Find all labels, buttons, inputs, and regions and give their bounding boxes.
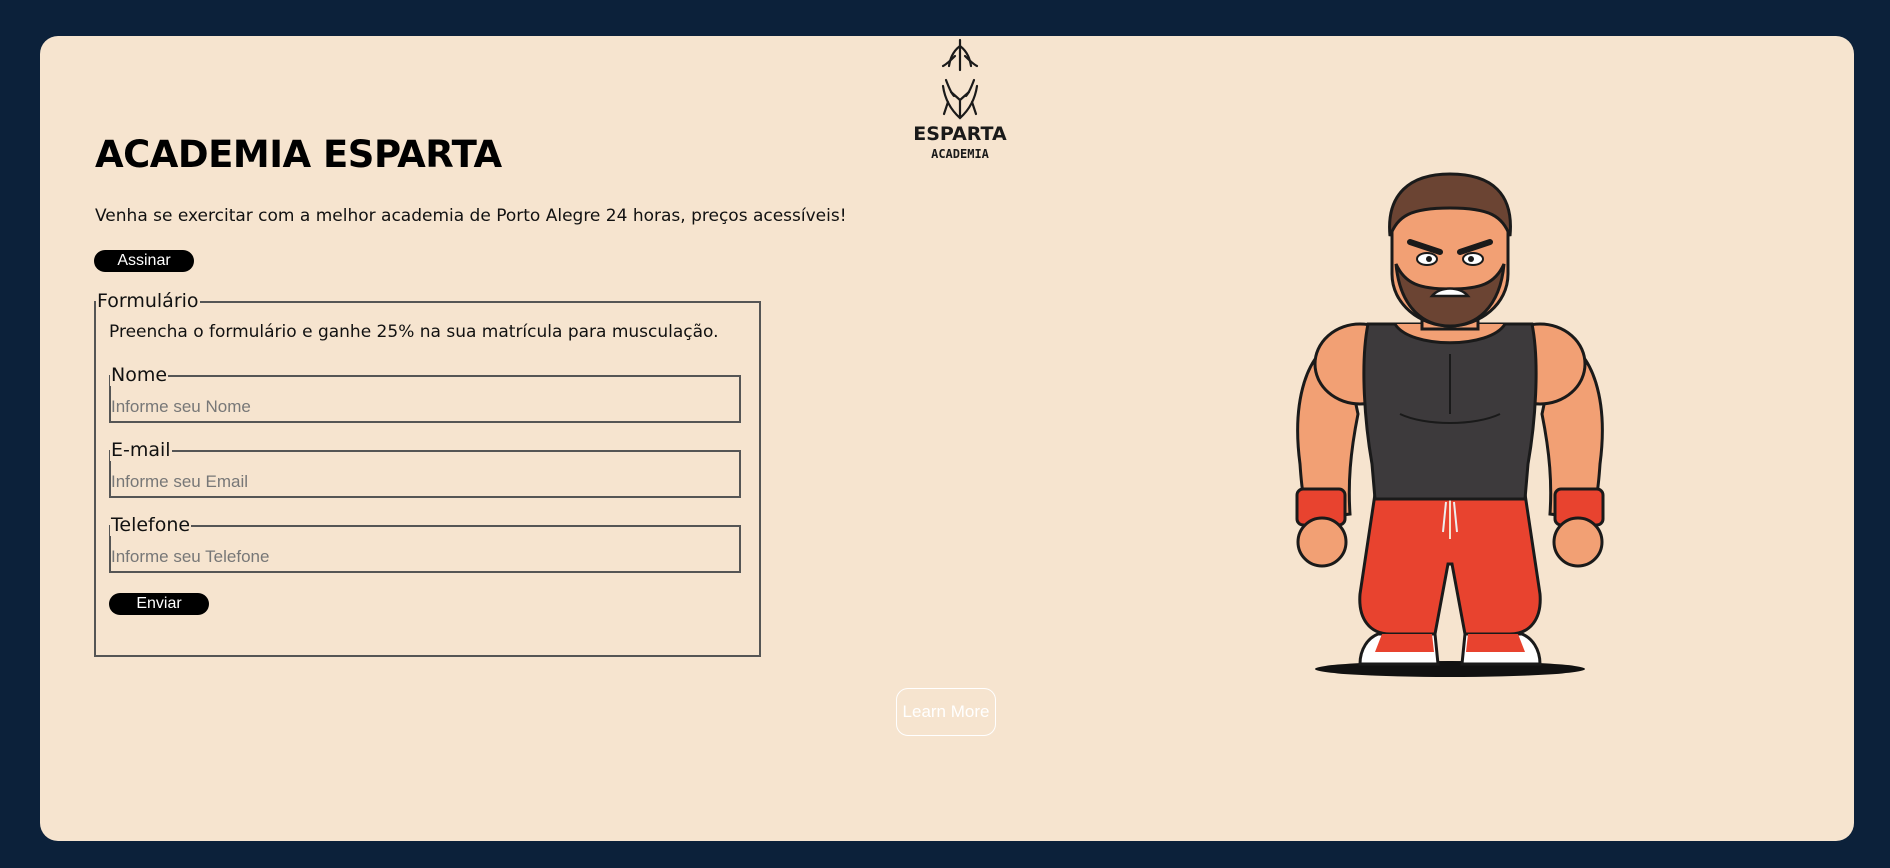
logo-subtext: ACADEMIA — [931, 147, 990, 161]
esparta-logo: ESPARTA ACADEMIA — [913, 38, 1007, 161]
form-intro: Preencha o formulário e ganhe 25% na sua… — [109, 322, 719, 342]
learn-more-button[interactable]: Learn More — [896, 688, 996, 736]
tagline: Venha se exercitar com a melhor academia… — [95, 206, 847, 226]
name-label: Nome — [110, 364, 169, 386]
gym-mascot-image — [1295, 172, 1605, 677]
main-card: ESPARTA ACADEMIA ACADEMIA ESPARTA Venha … — [40, 36, 1854, 841]
email-input[interactable] — [111, 471, 731, 493]
name-input[interactable] — [111, 396, 731, 418]
phone-label: Telefone — [110, 514, 192, 536]
subscribe-button[interactable]: Assinar — [94, 250, 194, 272]
phone-input[interactable] — [111, 546, 731, 568]
form-legend: Formulário — [96, 290, 200, 312]
logo-text: ESPARTA — [913, 123, 1007, 145]
page-title: ACADEMIA ESPARTA — [95, 133, 502, 176]
email-label: E-mail — [110, 439, 172, 461]
submit-button[interactable]: Enviar — [109, 593, 209, 615]
